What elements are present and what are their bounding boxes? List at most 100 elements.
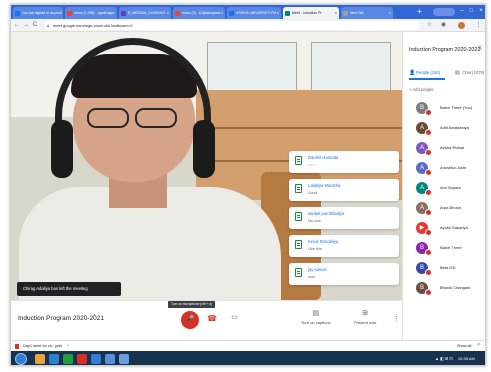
mic-muted-icon <box>425 249 432 256</box>
chat-sender: sanket pumbhadiya <box>308 211 345 216</box>
add-people-label: Add people <box>412 87 434 92</box>
participant-row[interactable]: B Beta D3i <box>403 260 485 278</box>
chat-sender: Lalakiya Manisha <box>308 183 341 188</box>
downloads-bar: Day1 meet for ch...pptx ^ Show all × <box>11 340 485 351</box>
browser-menu-icon[interactable]: ⋮ <box>474 21 483 30</box>
participant-row[interactable]: A Arpa Bhuva <box>403 200 485 218</box>
tab-people-label: People (152) <box>416 70 441 75</box>
hang-up-button[interactable]: ☎ <box>206 314 218 324</box>
tab-chat[interactable]: ▤ Chat (1079) <box>455 68 484 80</box>
mic-tooltip: Turn on microphone (ctrl + d) <box>168 301 216 308</box>
close-tab-icon[interactable]: × <box>167 7 169 19</box>
chat-text: now <box>308 275 315 279</box>
camera-button[interactable]: ▭ <box>230 313 239 323</box>
present-now-button[interactable]: ⊞ Present now <box>354 309 376 325</box>
browser-tab[interactable]: B_MEDIUM_11/09/2021 × <box>119 7 171 19</box>
close-panel-icon[interactable]: X <box>478 46 482 52</box>
window-minimize-icon[interactable]: – <box>458 7 466 16</box>
system-tray: ▲ ◧ ⊞ ⊡ 10:35 AM <box>435 351 475 365</box>
taskbar-app-icon[interactable] <box>77 354 87 364</box>
participant-row[interactable]: B Batch Three <box>403 240 485 258</box>
chat-popup[interactable]: sanket pumbhadiya No voic <box>289 207 399 229</box>
reload-icon[interactable]: C <box>31 21 39 30</box>
chat-popup[interactable]: Lalakiya Manisha Good <box>289 179 399 201</box>
browser-tab[interactable]: New Tab × <box>341 7 393 19</box>
star-icon[interactable]: ☆ <box>425 21 434 30</box>
chat-text: Good <box>308 191 318 195</box>
browser-tab[interactable]: Inbox (1,285) - ngofmagu × <box>65 7 117 19</box>
browser-window: You are signed in as jeo.2 × Inbox (1,285)… <box>10 4 486 366</box>
close-tab-icon[interactable]: × <box>389 7 391 19</box>
browser-tab[interactable]: ATMIYA UNIVERSITY Ful × <box>227 7 281 19</box>
chat-sender: jay kanani <box>308 267 327 272</box>
start-button[interactable] <box>15 353 27 365</box>
participant-name: Aesha Rokad <box>440 145 465 150</box>
mic-muted-icon <box>425 169 432 176</box>
chat-message-icon <box>295 212 302 221</box>
participant-row[interactable]: ▶ Ayush Sakariya <box>403 220 485 238</box>
tab-label: B_MEDIUM_11/09/2021 <box>128 11 166 15</box>
participant-name: Aditi Aaradaniya <box>440 125 469 130</box>
close-tab-icon[interactable]: × <box>277 7 279 19</box>
chat-popup[interactable]: Darshit Harsoda:::::::: <box>289 151 399 173</box>
panel-title: Induction Program 2020-2021 <box>409 47 481 53</box>
mic-muted-icon <box>425 209 432 216</box>
window-close-icon[interactable]: × <box>477 7 485 16</box>
browser-tab[interactable]: You are signed in as jeo.2 × <box>13 7 63 19</box>
chat-popup[interactable]: jay kanani now <box>289 263 399 285</box>
address-bar: ← → C 🔒︎ meet.google.com/mgk-xcwe-ckk?au… <box>11 19 485 32</box>
add-people-button[interactable]: + Add people <box>409 87 434 92</box>
download-item[interactable]: Day1 meet for ch...pptx ^ <box>15 343 69 350</box>
url-input[interactable]: 🔒︎ meet.google.com/mgk-xcwe-ckk?authuser… <box>44 21 420 30</box>
chat-message-icon <box>295 268 302 277</box>
tab-people[interactable]: 👤 People (152) <box>409 68 445 80</box>
more-options-icon[interactable]: ⋮ <box>393 315 400 323</box>
taskbar-app-icon[interactable] <box>35 354 45 364</box>
new-tab-button[interactable]: + <box>415 7 424 17</box>
extensions-icon[interactable]: ◉ <box>439 21 448 30</box>
tray-icons[interactable]: ▲ ◧ ⊞ ⊡ <box>435 356 453 361</box>
taskbar-app-icon[interactable] <box>49 354 59 364</box>
profile-avatar[interactable] <box>458 22 465 29</box>
chat-text: Like this <box>308 247 322 251</box>
captions-button[interactable]: ▤ Turn on captions <box>301 309 331 325</box>
mic-off-button[interactable]: 🎤 <box>181 311 199 329</box>
chat-message-icon <box>295 156 302 165</box>
browser-tab[interactable]: Meet - Induction Pr × <box>283 7 339 19</box>
close-tab-icon[interactable]: × <box>221 7 223 19</box>
close-tab-icon[interactable]: × <box>113 7 115 19</box>
chevron-up-icon[interactable]: ^ <box>93 314 96 320</box>
taskbar-app-icon[interactable] <box>63 354 73 364</box>
participant-row[interactable]: A Anushka Joshi <box>403 160 485 178</box>
headphones-left-cup <box>51 120 73 178</box>
participant-row[interactable]: A Aditi Aaradaniya <box>403 120 485 138</box>
meeting-title[interactable]: Induction Program 2020-2021 <box>18 315 104 322</box>
chat-popup[interactable]: Keval Dondaliya Like this <box>289 235 399 257</box>
profile-chip[interactable] <box>433 8 455 16</box>
participant-row[interactable]: B Batch Three (You) <box>403 100 485 118</box>
download-filename: Day1 meet for ch...pptx <box>23 344 63 348</box>
mic-muted-icon <box>425 149 432 156</box>
lock-icon: 🔒︎ <box>47 23 50 28</box>
participant-name: Beta D3i <box>440 265 456 270</box>
participant-row[interactable]: B Bhavik Changani <box>403 280 485 298</box>
taskbar-app-icon[interactable] <box>91 354 101 364</box>
close-downloads-icon[interactable]: × <box>477 342 480 348</box>
mic-muted-icon <box>425 229 432 236</box>
participant-row[interactable]: A Aesha Rokad <box>403 140 485 158</box>
browser-tab[interactable]: Inbox (0) - k2@atmiyaun × <box>173 7 225 19</box>
show-all-downloads-button[interactable]: Show all <box>457 343 471 350</box>
window-maximize-icon[interactable]: □ <box>467 7 475 16</box>
participant-row[interactable]: A Arvi Shyara <box>403 180 485 198</box>
close-tab-icon[interactable]: × <box>59 7 61 19</box>
close-tab-icon[interactable]: × <box>335 7 337 19</box>
taskbar-app-icon[interactable] <box>119 354 129 364</box>
forward-icon[interactable]: → <box>22 21 30 30</box>
back-icon[interactable]: ← <box>13 21 21 30</box>
chevron-up-icon[interactable]: ^ <box>67 344 69 348</box>
taskbar-app-icon[interactable] <box>105 354 115 364</box>
camera-icon: ▭ <box>231 314 238 321</box>
tab-label: ATMIYA UNIVERSITY Ful <box>236 11 277 15</box>
tab-strip: You are signed in as jeo.2 × Inbox (1,285)… <box>11 5 485 19</box>
present-label: Present now <box>354 320 377 325</box>
